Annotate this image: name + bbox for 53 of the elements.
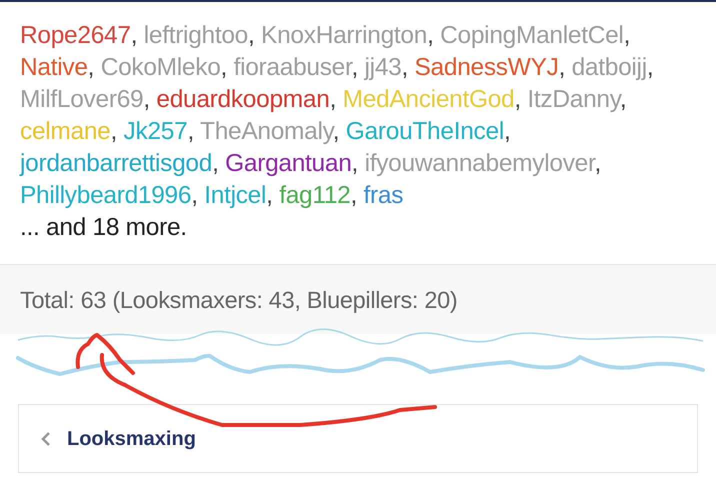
username-link[interactable]: datboijj xyxy=(572,54,647,81)
comma: , xyxy=(624,22,630,49)
username-link[interactable]: leftrightoo xyxy=(144,22,248,49)
username-link[interactable]: MilfLover69 xyxy=(20,86,144,113)
username-link[interactable]: Jk257 xyxy=(124,118,188,145)
username-link[interactable]: SadnessWYJ xyxy=(414,54,559,81)
username-link[interactable]: ifyouwannabemylover xyxy=(364,150,594,177)
username-link[interactable]: MedAncientGod xyxy=(342,86,514,113)
username-link[interactable]: GarouTheIncel xyxy=(346,118,504,145)
comma: , xyxy=(352,150,358,177)
comma: , xyxy=(352,54,358,81)
username-link[interactable]: KnoxHarrington xyxy=(261,22,428,49)
username-link[interactable]: TheAnomaly xyxy=(200,118,333,145)
comma: , xyxy=(620,86,626,113)
username-link[interactable]: jj43 xyxy=(364,54,402,81)
comma: , xyxy=(646,54,654,81)
chevron-left-icon xyxy=(41,430,51,446)
comma: , xyxy=(248,22,255,49)
comma: , xyxy=(330,86,336,113)
comma: , xyxy=(187,118,194,145)
comma: , xyxy=(514,86,521,113)
username-link[interactable]: CopingManletCel xyxy=(440,22,624,49)
username-link[interactable]: Rope2647 xyxy=(20,22,131,49)
username-link[interactable]: Gargantuan xyxy=(225,150,352,177)
comma: , xyxy=(427,22,434,49)
comma: , xyxy=(220,54,228,81)
username-link[interactable]: fioraabuser xyxy=(234,54,352,81)
comma: , xyxy=(266,182,273,209)
comma: , xyxy=(558,54,566,81)
comma: , xyxy=(110,118,118,145)
breadcrumb-link[interactable]: Looksmaxing xyxy=(67,424,196,454)
comma: , xyxy=(332,118,340,145)
comma: , xyxy=(212,150,219,177)
username-link[interactable]: fag112 xyxy=(279,182,351,209)
total-text: Total: 63 (Looksmaxers: 43, Bluepillers: 20) xyxy=(20,287,458,313)
comma: , xyxy=(594,150,601,177)
comma: , xyxy=(191,182,198,209)
username-link[interactable]: fras xyxy=(364,182,404,209)
username-link[interactable]: ItzDanny xyxy=(527,86,620,113)
comma: , xyxy=(130,22,138,49)
username-link[interactable]: Intjcel xyxy=(204,182,266,209)
comma: , xyxy=(401,54,408,81)
username-link[interactable]: celmane xyxy=(20,118,111,145)
username-link[interactable]: CokoMleko xyxy=(100,54,221,81)
comma: , xyxy=(350,182,358,209)
username-link[interactable]: jordanbarrettisgod xyxy=(20,150,212,177)
comma: , xyxy=(504,118,510,145)
username-link[interactable]: eduardkoopman xyxy=(156,86,330,113)
comma: , xyxy=(143,86,150,113)
more-text: ... and 18 more. xyxy=(20,213,188,243)
username-link[interactable]: Native xyxy=(20,54,88,81)
comma: , xyxy=(88,54,94,81)
username-link[interactable]: Phillybeard1996 xyxy=(20,182,192,209)
